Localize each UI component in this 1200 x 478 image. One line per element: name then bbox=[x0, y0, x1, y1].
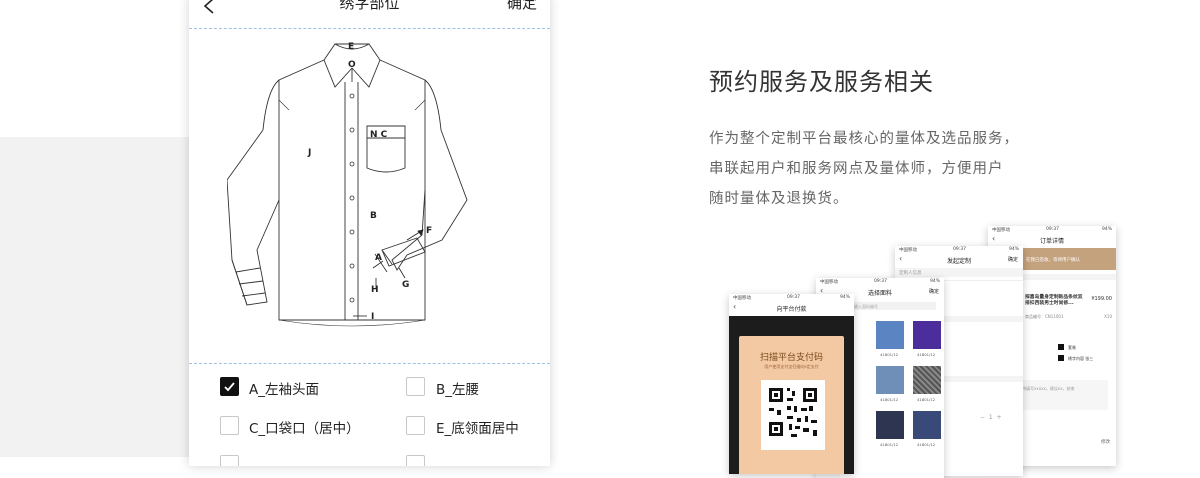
label-J: J bbox=[307, 148, 311, 158]
pay-title: 扫描平台支付码 bbox=[759, 353, 823, 363]
status-bar: 中国移动 09:37 94% bbox=[733, 295, 850, 301]
label-F: F bbox=[426, 226, 432, 236]
checkbox-option-c[interactable] bbox=[220, 416, 239, 435]
checkbox-icon[interactable] bbox=[1058, 355, 1064, 361]
product-sku: 商品编号：CN11001 bbox=[1025, 314, 1064, 319]
label-O: O bbox=[348, 60, 356, 70]
mini-title: 发起定制 bbox=[946, 258, 971, 265]
phone-mockup: 绣字部位 确定 E O N C J B A F H G I A_左袖头面 B_左… bbox=[189, 0, 550, 466]
mini-title: 向平台付款 bbox=[776, 306, 807, 313]
page-title: 绣字部位 bbox=[339, 0, 400, 12]
note-field[interactable]: 待填写xxxxx，建议xx，结束 bbox=[1018, 380, 1108, 410]
mini-confirm[interactable]: 确定 bbox=[929, 288, 939, 295]
desc-line: 随时量体及退换货。 bbox=[709, 191, 849, 207]
pay-subtitle: 用户使用支付宝扫描向e定支付 bbox=[764, 364, 819, 369]
status-bar: 中国移动 09:37 94% bbox=[899, 247, 1019, 253]
shirt-diagram: E O N C J B A F H G I bbox=[227, 42, 468, 327]
fabric-swatch[interactable] bbox=[876, 321, 904, 349]
divider bbox=[189, 28, 550, 29]
label-E: E bbox=[348, 42, 354, 52]
status-bar: 中国移动 09:37 94% bbox=[820, 279, 940, 285]
fabric-swatch[interactable] bbox=[876, 411, 904, 439]
mockup-pay-platform: 中国移动 09:37 94% ‹ 向平台付款 扫描平台支付码 用户使用支付宝扫描向e… bbox=[729, 294, 854, 474]
check-icon bbox=[224, 382, 235, 392]
label-I: I bbox=[371, 312, 374, 322]
label-B: B bbox=[370, 211, 377, 221]
qr-code-icon bbox=[761, 380, 825, 450]
nav-bar: 绣字部位 确定 bbox=[189, 0, 550, 29]
label-H: H bbox=[371, 285, 379, 295]
status-bar: 中国移动 09:37 94% bbox=[992, 227, 1112, 233]
fabric-search-input[interactable]: 请输入面料编号 bbox=[844, 302, 936, 310]
confirm-button[interactable]: 确定 bbox=[507, 0, 537, 13]
label-A: A bbox=[375, 253, 382, 263]
product-qty: X10 bbox=[1104, 314, 1112, 319]
edit-link[interactable]: 修改 bbox=[1101, 439, 1110, 445]
gray-backdrop bbox=[0, 137, 190, 457]
checkbox-icon[interactable] bbox=[1058, 344, 1064, 350]
section-heading: 预约服务及服务相关 bbox=[709, 68, 934, 96]
checkbox-option-b[interactable] bbox=[406, 377, 425, 396]
desc-line: 作为整个定制平台最核心的量体及选品服务， bbox=[709, 131, 1019, 147]
label-NC: N C bbox=[370, 130, 388, 140]
fabric-swatch[interactable] bbox=[876, 366, 904, 394]
fabric-swatch[interactable] bbox=[913, 411, 941, 439]
fabric-swatch[interactable] bbox=[913, 366, 941, 394]
pay-card: 扫描平台支付码 用户使用支付宝扫描向e定支付 bbox=[739, 336, 844, 474]
qty-stepper[interactable]: − 1 + bbox=[980, 414, 1002, 421]
fabric-swatch[interactable] bbox=[913, 321, 941, 349]
desc-line: 串联起用户和服务网点及量体师，方便用户 bbox=[709, 161, 1004, 177]
checkbox-option-e[interactable] bbox=[406, 416, 425, 435]
label-G: G bbox=[402, 280, 409, 290]
option-label: B_左腰 bbox=[436, 382, 480, 398]
mini-title: 订单详情 bbox=[1039, 238, 1064, 245]
section-description: 作为整个定制平台最核心的量体及选品服务， 串联起用户和服务网点及量体师，方便用户… bbox=[709, 124, 1019, 214]
option-label: A_左袖头面 bbox=[249, 382, 319, 398]
option-label: C_口袋口（居中） bbox=[249, 421, 360, 437]
product-name: 探喜岛量身定制新品条纹双排扣西装男士时尚修... bbox=[1025, 295, 1083, 306]
product-price: ¥199.00 bbox=[1091, 296, 1112, 302]
option-label: E_底领面居中 bbox=[436, 421, 519, 437]
checkbox-option-a[interactable] bbox=[220, 377, 239, 396]
mini-confirm[interactable]: 确定 bbox=[1008, 256, 1018, 263]
divider bbox=[189, 363, 550, 364]
